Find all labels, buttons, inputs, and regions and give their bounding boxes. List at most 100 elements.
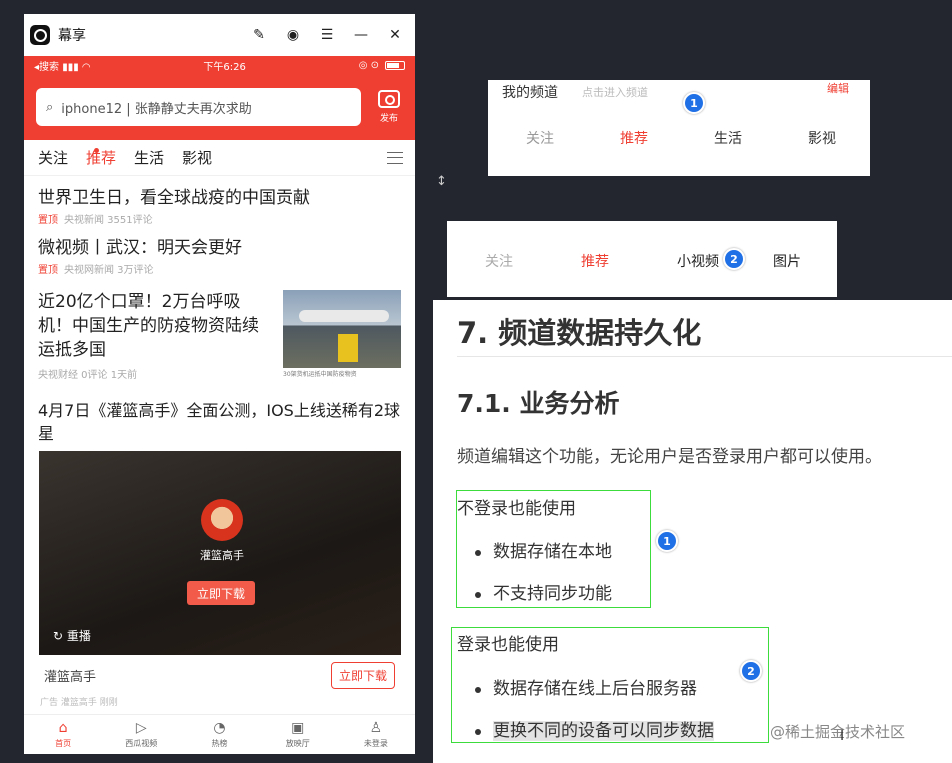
tab-life[interactable]: 生活: [134, 147, 164, 168]
search-placeholder: iphone12 | 张静静丈夫再次求助: [61, 101, 252, 117]
list-item[interactable]: 世界卫生日，看全球战疫的中国贡献 置顶 央视新闻 3551评论: [38, 176, 401, 226]
video-title: 4月7日《灌篮高手》全面公测，IOS上线送稀有2球星: [38, 401, 401, 443]
status-time: 下午6:26: [203, 61, 246, 73]
ad-download-button[interactable]: 立即下载: [330, 661, 395, 689]
annotation-badge-2: 2: [740, 660, 762, 682]
user-icon: ♙: [369, 720, 383, 736]
resize-cursor-icon: ↕: [436, 174, 447, 189]
ad-row: 灌篮高手 立即下载: [38, 655, 401, 695]
tab-theater[interactable]: ▣ 放映厅: [259, 715, 337, 754]
window-title: 幕享: [58, 28, 86, 44]
publish-button[interactable]: 发布: [371, 90, 407, 124]
tab-label: 热榜: [211, 739, 228, 748]
window-titlebar: 幕享 ✎ ◉ ☰ — ✕: [24, 14, 415, 56]
news-meta: 央视新闻 3551评论: [64, 215, 153, 226]
tab-film[interactable]: 影视: [808, 128, 902, 148]
tab-life[interactable]: 生活: [714, 128, 808, 148]
bottom-tab-bar: ⌂ 首页 ▷ 西瓜视频 ◔ 热榜 ▣ 放映厅 ♙ 未登录: [24, 714, 415, 754]
replay-icon: ↻: [53, 629, 67, 643]
app-logo-icon: [30, 25, 50, 45]
list-item: 数据存储在本地: [473, 540, 612, 582]
tab-images[interactable]: 图片: [773, 251, 869, 271]
list-item[interactable]: 微视频丨武汉：明天会更好 置顶 央视网新闻 3万评论: [38, 226, 401, 276]
tab-label: 放映厅: [285, 739, 310, 748]
status-left: ◂搜索 ▮▮▮ ◠: [34, 61, 91, 73]
list-item: 数据存储在线上后台服务器: [473, 677, 714, 719]
brush-icon[interactable]: ✎: [251, 27, 267, 43]
status-right: ◎ ⊙: [358, 59, 379, 71]
phone-status-bar: ◂搜索 ▮▮▮ ◠ 下午6:26 ◎ ⊙: [24, 56, 415, 74]
my-channel-hint: 点击进入频道: [582, 86, 648, 99]
tab-hot[interactable]: ◔ 热榜: [180, 715, 258, 754]
document-panel: 7. 频道数据持久化 7.1. 业务分析 频道编辑这个功能，无论用户是否登录用户…: [433, 300, 952, 763]
search-row: ⌕ iphone12 | 张静静丈夫再次求助 发布: [24, 74, 415, 140]
section-title-2: 登录也能使用: [457, 635, 559, 655]
channel-menu-icon[interactable]: [387, 152, 403, 164]
tab-home[interactable]: ⌂ 首页: [24, 715, 102, 754]
news-feed: 世界卫生日，看全球战疫的中国贡献 置顶 央视新闻 3551评论 微视频丨武汉：明天…: [24, 176, 415, 445]
notification-dot: [94, 148, 99, 153]
news-title: 近20亿个口罩！2万台呼吸机！中国生产的防疫物资陆续运抵多国: [38, 292, 259, 360]
tab-recommend[interactable]: 推荐: [581, 251, 677, 271]
publish-label: 发布: [379, 114, 398, 124]
news-meta: 央视网新闻 3万评论: [64, 265, 154, 276]
annotation-badge-1: 1: [683, 92, 705, 114]
tab-film[interactable]: 影视: [182, 147, 212, 168]
video-game-name: 灌篮高手: [200, 549, 244, 562]
replay-label: 重播: [66, 629, 91, 643]
thumbnail-caption: 30架货机运抵中国防疫物资: [283, 371, 357, 378]
play-icon: ▷: [135, 720, 147, 736]
tab-recommend[interactable]: 推荐: [86, 147, 116, 168]
search-input[interactable]: ⌕ iphone12 | 张静静丈夫再次求助: [36, 88, 361, 126]
my-channel-title: 我的频道: [502, 85, 558, 101]
tab-follow[interactable]: 关注: [485, 251, 581, 271]
tab-follow[interactable]: 关注: [38, 147, 68, 168]
edit-button[interactable]: 编辑: [827, 80, 849, 96]
tab-label: 西瓜视频: [125, 739, 158, 748]
heading-divider: [457, 356, 952, 357]
tab-follow[interactable]: 关注: [526, 128, 620, 148]
close-icon[interactable]: ✕: [387, 27, 403, 43]
doc-heading-2: 7.1. 业务分析: [457, 389, 620, 418]
news-tag: 置顶: [38, 265, 58, 276]
news-meta: 央视财经 0评论 1天前: [38, 370, 138, 381]
channel-card-2: 关注 推荐 小视频 图片: [447, 221, 837, 297]
hot-icon: ◔: [213, 720, 226, 736]
news-title: 世界卫生日，看全球战疫的中国贡献: [38, 188, 310, 208]
phone-mirror-window: 幕享 ✎ ◉ ☰ — ✕ ◂搜索 ▮▮▮ ◠ 下午6:26 ◎ ⊙ ⌕ ipho…: [24, 14, 415, 754]
watermark: @稀土掘金技术社区: [770, 723, 906, 741]
replay-button[interactable]: ↻ 重播: [53, 627, 91, 644]
section-list-1: 数据存储在本地 不支持同步功能: [473, 540, 612, 624]
minimize-icon[interactable]: —: [353, 27, 369, 43]
tab-profile[interactable]: ♙ 未登录: [337, 715, 415, 754]
tab-xigua-video[interactable]: ▷ 西瓜视频: [102, 715, 180, 754]
channel-tabs: 关注 推荐 生活 影视: [24, 140, 415, 176]
news-thumbnail: [283, 290, 401, 368]
annotation-badge-1: 1: [656, 530, 678, 552]
doc-paragraph: 频道编辑这个功能，无论用户是否登录用户都可以使用。: [457, 447, 882, 467]
game-avatar: [201, 499, 243, 541]
battery-icon: [384, 60, 405, 70]
tab-label: 未登录: [363, 739, 388, 748]
camera-icon: [378, 90, 400, 108]
annotation-badge-2: 2: [723, 248, 745, 270]
my-channel-card: 我的频道 点击进入频道 编辑 关注 推荐 生活 影视: [488, 80, 870, 176]
tab-label: 首页: [55, 739, 72, 748]
record-icon[interactable]: ◉: [285, 27, 301, 43]
video-download-button[interactable]: 立即下载: [187, 581, 255, 605]
list-item: 更换不同的设备可以同步数据: [473, 719, 714, 761]
menu-icon[interactable]: ☰: [319, 27, 335, 43]
ad-meta: 广告 灌篮高手 刚刚: [40, 698, 118, 708]
news-tag: 置顶: [38, 215, 58, 226]
tab-recommend[interactable]: 推荐: [620, 128, 714, 148]
home-icon: ⌂: [58, 720, 68, 736]
video-player[interactable]: 灌篮高手 立即下载 ↻ 重播: [39, 451, 401, 655]
tv-icon: ▣: [291, 720, 305, 736]
search-icon: ⌕: [46, 99, 54, 115]
list-item[interactable]: 近20亿个口罩！2万台呼吸机！中国生产的防疫物资陆续运抵多国 央视财经 0评论 …: [38, 276, 401, 381]
section-list-2: 数据存储在线上后台服务器 更换不同的设备可以同步数据: [473, 677, 714, 761]
news-title: 微视频丨武汉：明天会更好: [38, 238, 242, 258]
section-title-1: 不登录也能使用: [457, 499, 576, 519]
ad-app-name: 灌篮高手: [44, 669, 97, 685]
list-item: 不支持同步功能: [473, 582, 612, 624]
